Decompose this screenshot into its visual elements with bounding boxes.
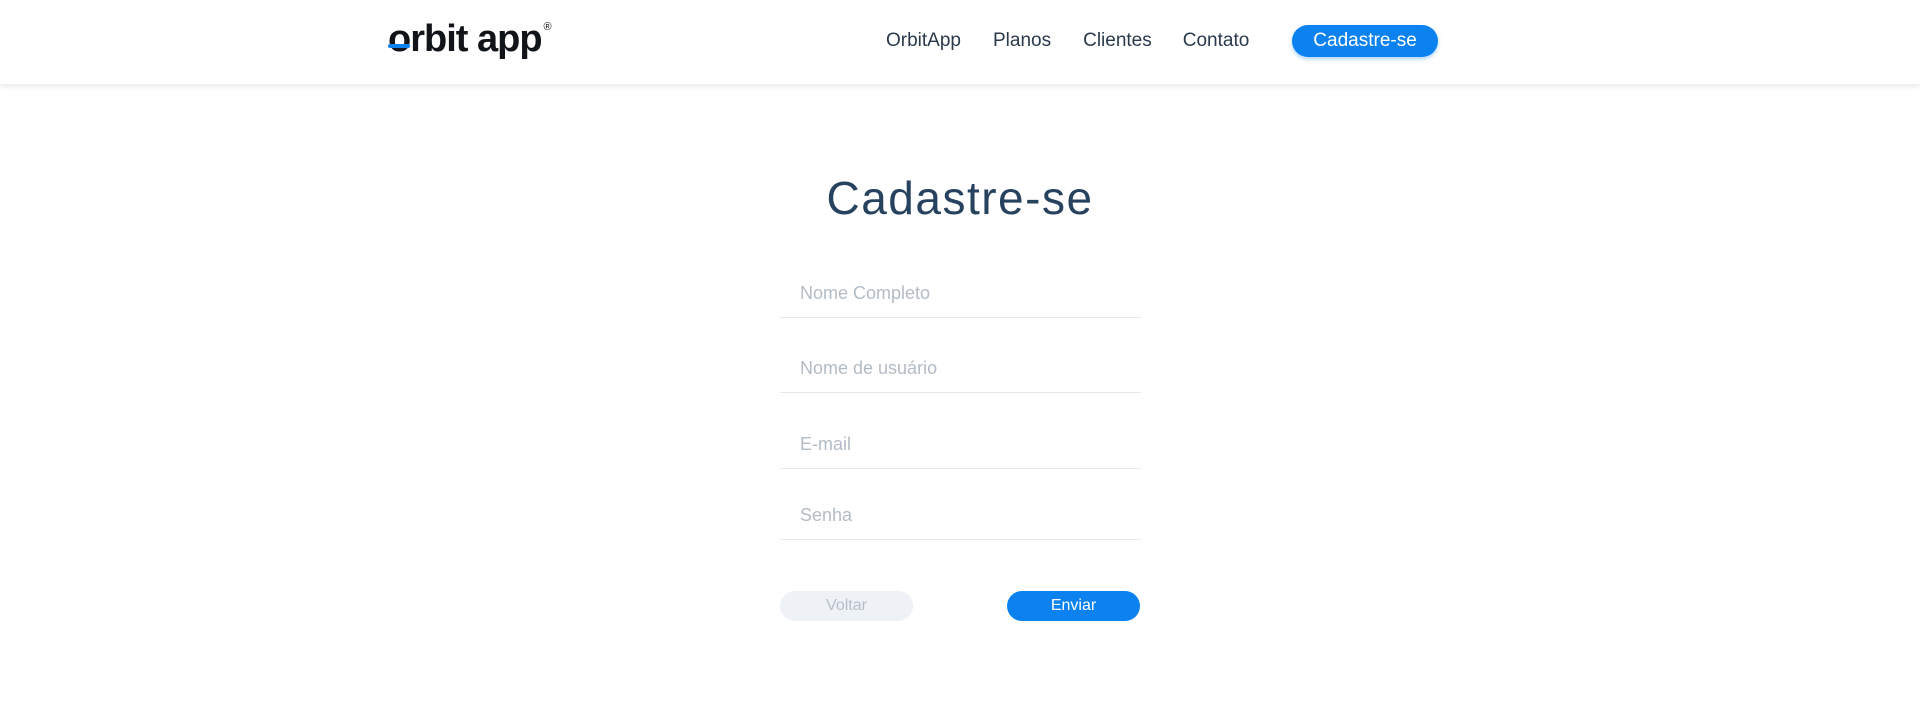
email-input[interactable]	[780, 421, 1141, 468]
logo-orbit-line-icon	[388, 44, 410, 48]
full-name-field-wrapper	[780, 270, 1141, 318]
logo-wordmark: orbit app	[388, 16, 543, 62]
logo-text: orbit app	[388, 18, 543, 60]
username-field-wrapper	[780, 345, 1141, 393]
registered-mark: ®	[543, 21, 552, 33]
nav-item-orbitapp[interactable]: OrbitApp	[886, 26, 961, 56]
nav-item-planos[interactable]: Planos	[993, 26, 1051, 56]
orbit-app-logo[interactable]: orbit app ®	[388, 16, 552, 62]
signup-section: Cadastre-se Voltar Enviar	[0, 84, 1920, 714]
submit-button[interactable]: Enviar	[1007, 591, 1140, 621]
email-field-wrapper	[780, 421, 1141, 469]
password-field-wrapper	[780, 492, 1141, 540]
nav-item-contato[interactable]: Contato	[1183, 26, 1250, 56]
nav-item-clientes[interactable]: Clientes	[1083, 26, 1152, 56]
full-name-input[interactable]	[780, 270, 1141, 317]
page-title: Cadastre-se	[826, 172, 1094, 224]
main-nav: OrbitApp Planos Clientes Contato Cadastr…	[886, 25, 1438, 57]
signup-nav-button[interactable]: Cadastre-se	[1292, 25, 1438, 57]
username-input[interactable]	[780, 345, 1141, 392]
password-input[interactable]	[780, 492, 1141, 539]
back-button[interactable]: Voltar	[780, 591, 913, 621]
site-header: orbit app ® OrbitApp Planos Clientes Con…	[0, 0, 1920, 84]
